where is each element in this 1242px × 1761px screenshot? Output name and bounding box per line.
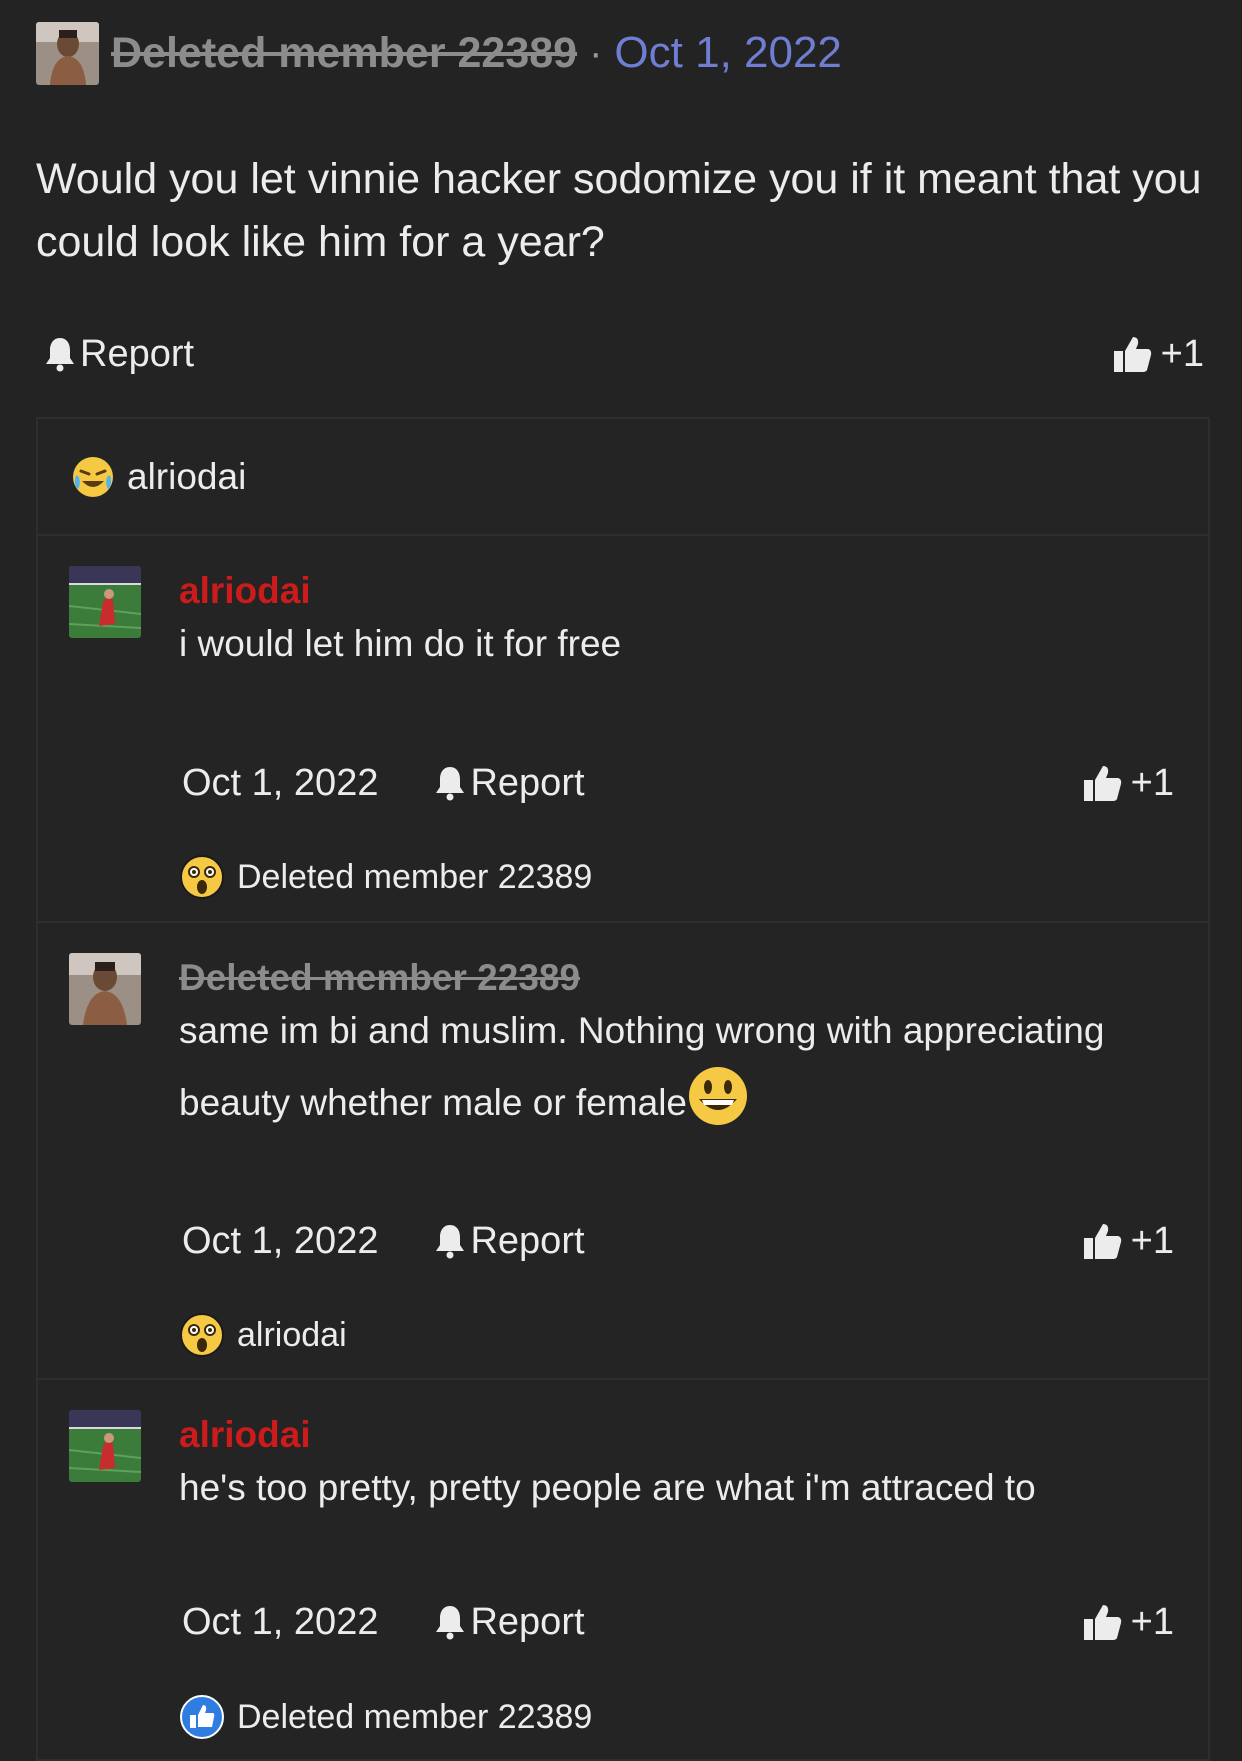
comment-text-block: same im bi and muslim. Nothing wrong wit… xyxy=(179,997,1172,1137)
reaction-user[interactable]: Deleted member 22389 xyxy=(237,1698,592,1737)
comment-main: alriodai he's too pretty, pretty people … xyxy=(179,1414,1172,1522)
report-label: Report xyxy=(80,332,195,375)
post-report-button[interactable]: Report xyxy=(44,333,194,376)
comment-report-button[interactable]: Report xyxy=(434,1600,585,1644)
comment-author[interactable]: alriodai xyxy=(179,1414,1172,1456)
comment-text: i would let him do it for free xyxy=(179,623,622,664)
bell-icon xyxy=(46,338,74,372)
separator-dot: · xyxy=(589,30,603,75)
post-body: Would you let vinnie hacker sodomize you… xyxy=(36,155,1202,266)
astonished-emoji-icon xyxy=(180,1313,224,1357)
comment-like-button[interactable]: +1 xyxy=(1083,1220,1174,1263)
comment-report-button[interactable]: Report xyxy=(434,761,585,805)
comment-actions: Oct 1, 2022 Report +1 xyxy=(182,1211,1174,1271)
reaction-summary-user[interactable]: alriodai xyxy=(127,456,246,498)
comment-like-button[interactable]: +1 xyxy=(1083,1601,1174,1644)
grinning-emoji-icon xyxy=(689,1067,747,1125)
report-label: Report xyxy=(470,1219,585,1262)
comment-text: same im bi and muslim. Nothing wrong wit… xyxy=(179,1010,1105,1123)
reaction-summary[interactable]: alriodai xyxy=(38,419,1208,536)
thumbs-up-icon xyxy=(1083,766,1121,801)
comment-thread: alriodai alriodai i would let him do it … xyxy=(36,417,1210,1761)
bell-icon xyxy=(436,1606,465,1640)
report-label: Report xyxy=(470,761,585,804)
like-count: +1 xyxy=(1130,1600,1174,1643)
reaction-user[interactable]: alriodai xyxy=(237,1316,347,1355)
post-like-button[interactable]: +1 xyxy=(1113,333,1204,376)
comment-item: alriodai he's too pretty, pretty people … xyxy=(38,1380,1208,1760)
report-label: Report xyxy=(470,1600,585,1643)
like-count: +1 xyxy=(1130,761,1174,804)
post-author[interactable]: Deleted member 22389 xyxy=(111,29,577,78)
comment-date-link[interactable]: Oct 1, 2022 xyxy=(182,1601,378,1644)
comment-actions: Oct 1, 2022 Report +1 xyxy=(182,753,1174,813)
comment-item: alriodai i would let him do it for free … xyxy=(38,536,1208,923)
post-date-link[interactable]: Oct 1, 2022 xyxy=(614,28,841,78)
astonished-emoji-icon xyxy=(180,855,224,899)
comment-text: he's too pretty, pretty people are what … xyxy=(179,1467,1036,1508)
laughing-crying-emoji-icon xyxy=(73,456,113,497)
comment-reaction[interactable]: alriodai xyxy=(179,1312,347,1358)
thumbs-up-icon xyxy=(1083,1224,1121,1259)
comment-date-link[interactable]: Oct 1, 2022 xyxy=(182,762,378,805)
comment-reaction[interactable]: Deleted member 22389 xyxy=(179,1694,592,1740)
post-header: Deleted member 22389 · Oct 1, 2022 xyxy=(36,21,842,85)
like-count: +1 xyxy=(1160,332,1204,375)
comment-main: alriodai i would let him do it for free xyxy=(179,570,1172,678)
comment-avatar[interactable] xyxy=(69,566,141,638)
comment-avatar[interactable] xyxy=(69,1410,141,1482)
comment-like-button[interactable]: +1 xyxy=(1083,762,1174,805)
post-actions: Report +1 xyxy=(44,326,1204,382)
bell-icon xyxy=(436,1225,465,1259)
comment-author[interactable]: Deleted member 22389 xyxy=(179,957,1172,999)
comment-date-link[interactable]: Oct 1, 2022 xyxy=(182,1220,378,1263)
comment-main: Deleted member 22389 same im bi and musl… xyxy=(179,957,1172,1137)
comment-reaction[interactable]: Deleted member 22389 xyxy=(179,854,592,900)
comment-actions: Oct 1, 2022 Report +1 xyxy=(182,1592,1174,1652)
comment-author[interactable]: alriodai xyxy=(179,570,1172,612)
comment-report-button[interactable]: Report xyxy=(434,1219,585,1263)
like-count: +1 xyxy=(1130,1219,1174,1262)
thumbs-up-icon xyxy=(1083,1605,1121,1640)
thumbs-up-icon xyxy=(1113,337,1151,372)
bell-icon xyxy=(436,767,465,801)
reaction-user[interactable]: Deleted member 22389 xyxy=(237,858,592,897)
comment-item: Deleted member 22389 same im bi and musl… xyxy=(38,923,1208,1380)
author-avatar[interactable] xyxy=(36,21,99,85)
like-emoji-icon xyxy=(180,1695,224,1739)
comment-avatar[interactable] xyxy=(69,953,141,1025)
